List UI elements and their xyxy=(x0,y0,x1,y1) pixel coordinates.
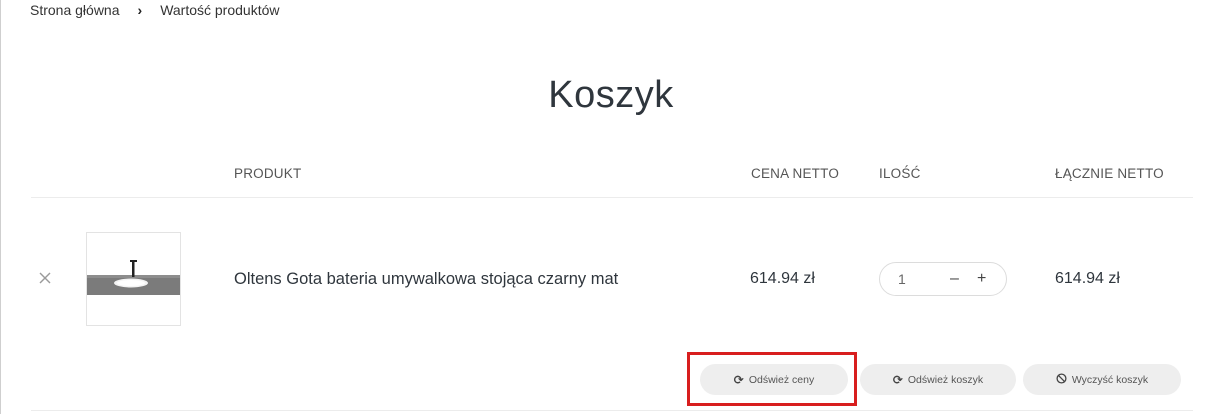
product-name-link[interactable]: Oltens Gota bateria umywalkowa stojąca c… xyxy=(234,270,618,289)
highlight-box xyxy=(687,352,857,406)
ban-icon xyxy=(1056,372,1067,387)
breadcrumb-home-link[interactable]: Strona główna xyxy=(30,2,120,18)
column-header-total: ŁĄCZNIE NETTO xyxy=(1055,166,1164,181)
increment-button[interactable]: + xyxy=(977,270,986,288)
decrement-button[interactable]: – xyxy=(950,270,959,288)
product-thumbnail[interactable] xyxy=(86,232,181,326)
product-price: 614.94 zł xyxy=(750,270,815,287)
close-icon xyxy=(39,272,51,284)
breadcrumb-current: Wartość produktów xyxy=(160,2,280,18)
column-header-product: PRODUKT xyxy=(234,166,302,181)
refresh-icon: ⟳ xyxy=(892,372,903,387)
page-title: Koszyk xyxy=(548,74,674,116)
page-frame: Strona główna › Wartość produktów Koszyk… xyxy=(0,0,1220,414)
quantity-stepper: 1 – + xyxy=(879,262,1007,296)
refresh-cart-label: Odśwież koszyk xyxy=(907,373,984,386)
product-image xyxy=(87,260,180,295)
clear-cart-label: Wyczyść koszyk xyxy=(1071,373,1149,386)
product-total: 614.94 zł xyxy=(1055,270,1120,287)
breadcrumb-separator-icon: › xyxy=(137,2,143,18)
table-divider xyxy=(31,197,1193,198)
column-header-price: CENA NETTO xyxy=(751,166,840,181)
refresh-cart-button[interactable]: ⟳ Odśwież koszyk xyxy=(860,364,1016,395)
remove-item-button[interactable] xyxy=(37,270,53,286)
clear-cart-button[interactable]: Wyczyść koszyk xyxy=(1023,364,1181,395)
footer-divider xyxy=(31,410,1193,411)
quantity-input[interactable]: 1 xyxy=(898,271,938,287)
breadcrumb: Strona główna › Wartość produktów xyxy=(30,2,280,18)
column-header-quantity: ILOŚĆ xyxy=(879,166,921,181)
